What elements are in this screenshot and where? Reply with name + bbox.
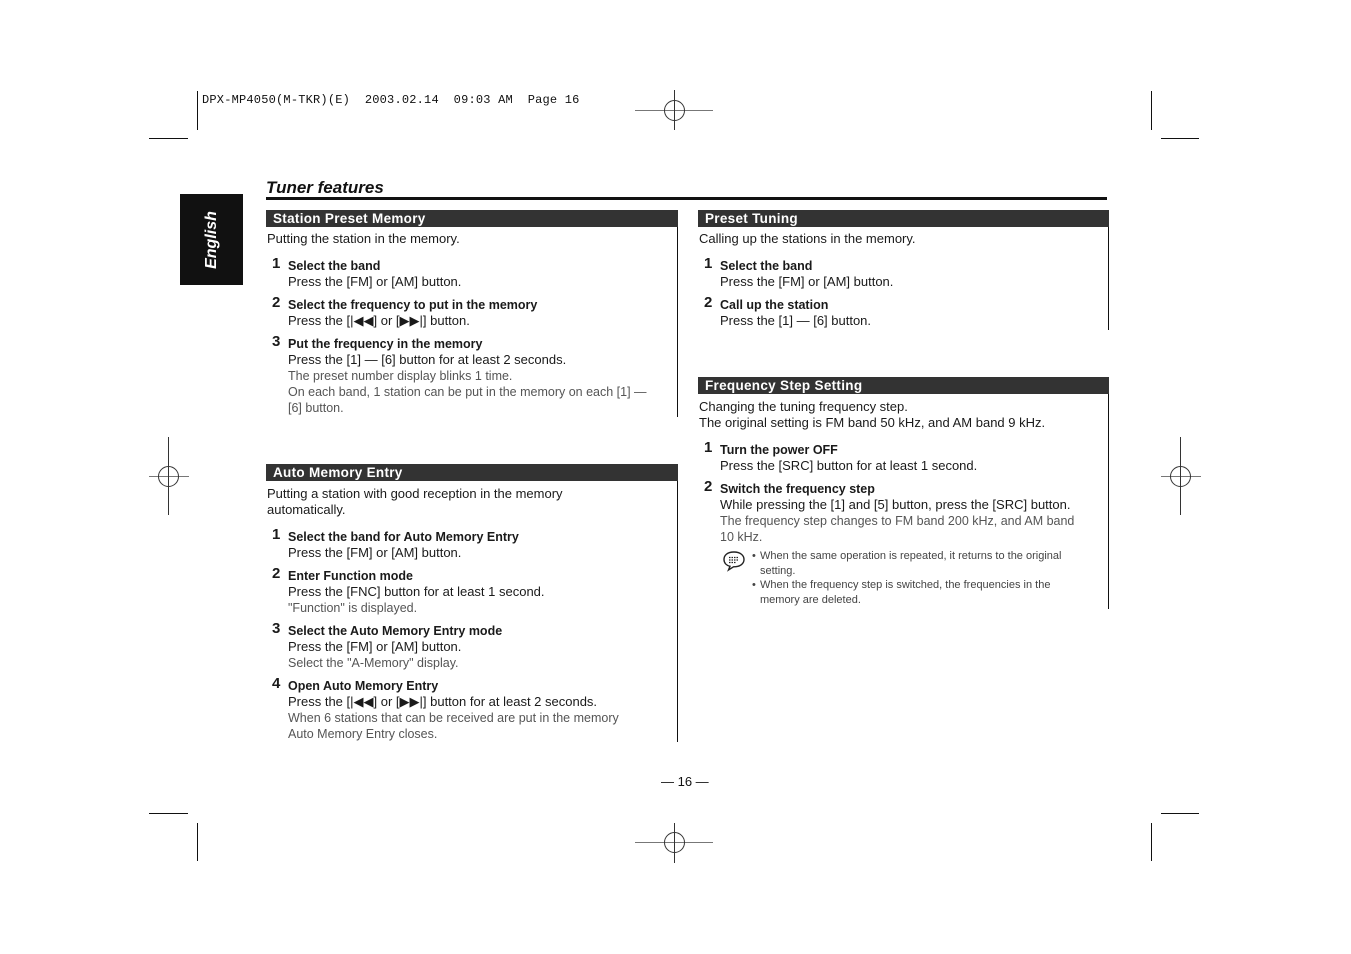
- crop-mark: [197, 823, 198, 861]
- step-note: The preset number display blinks 1 time.: [288, 369, 513, 383]
- registration-mark-top: [635, 90, 713, 130]
- step-title: Select the band: [720, 259, 813, 273]
- crop-mark: [197, 91, 198, 130]
- section-auto-memory-entry: Auto Memory Entry Putting a station with…: [266, 464, 678, 742]
- intro-line: automatically.: [267, 502, 346, 517]
- section-intro: Calling up the stations in the memory.: [699, 231, 916, 246]
- registration-mark-bottom: [635, 823, 713, 863]
- step-title: Put the frequency in the memory: [288, 337, 483, 351]
- step-number: 1: [272, 526, 281, 543]
- tips-list: When the same operation is repeated, it …: [752, 549, 1061, 607]
- step-number: 3: [272, 620, 281, 637]
- crop-mark: [1161, 138, 1199, 139]
- step-number: 3: [272, 333, 281, 350]
- step-instruction: Press the [|◀◀] or [▶▶|] button.: [288, 313, 470, 328]
- print-job: DPX-MP4050(M-TKR)(E): [202, 93, 351, 107]
- section-preset-tuning: Preset Tuning Calling up the stations in…: [698, 210, 1109, 330]
- step-note: Auto Memory Entry closes.: [288, 727, 438, 741]
- step-number: 4: [272, 675, 281, 692]
- title-rule: [266, 197, 1107, 200]
- page-number: — 16 —: [661, 774, 709, 789]
- step-title: Switch the frequency step: [720, 482, 875, 496]
- note-speech-bubble-icon: [723, 551, 745, 572]
- step-title: Turn the power OFF: [720, 443, 838, 457]
- section-rule: [677, 227, 678, 417]
- section-rule: [1108, 227, 1109, 330]
- step-note: On each band, 1 station can be put in th…: [288, 385, 647, 399]
- step-instruction: Press the [SRC] button for at least 1 se…: [720, 458, 978, 473]
- step-note: When 6 stations that can be received are…: [288, 711, 619, 725]
- crop-mark: [149, 813, 188, 814]
- step-title: Call up the station: [720, 298, 829, 312]
- tip-item: When the frequency step is switched, the…: [752, 578, 1061, 607]
- step-number: 2: [272, 294, 281, 311]
- step-note: [6] button.: [288, 401, 344, 415]
- step-title: Open Auto Memory Entry: [288, 679, 439, 693]
- step-note: 10 kHz.: [720, 530, 763, 544]
- language-tab: English: [180, 194, 243, 285]
- intro-line: The original setting is FM band 50 kHz, …: [699, 415, 1046, 430]
- print-date: 2003.02.14: [364, 93, 439, 107]
- tip-line: When the frequency step is switched, the…: [760, 579, 1051, 591]
- step-title: Select the frequency to put in the memor…: [288, 298, 538, 312]
- crop-mark: [1161, 813, 1199, 814]
- section-heading: Auto Memory Entry: [266, 464, 678, 481]
- step-instruction: Press the [|◀◀] or [▶▶|] button for at l…: [288, 694, 598, 709]
- crop-mark: [1151, 91, 1152, 130]
- step-instruction: Press the [FM] or [AM] button.: [288, 274, 462, 289]
- step-instruction: Press the [FM] or [AM] button.: [720, 274, 894, 289]
- step-number: 1: [704, 255, 713, 272]
- step-instruction: Press the [FM] or [AM] button.: [288, 639, 462, 654]
- tip-line: setting.: [760, 564, 796, 577]
- step-title: Select the Auto Memory Entry mode: [288, 624, 503, 638]
- step-instruction: While pressing the [1] and [5] button, p…: [720, 497, 1071, 512]
- step-number: 1: [272, 255, 281, 272]
- step-instruction: Press the [FM] or [AM] button.: [288, 545, 462, 560]
- section-rule: [1108, 394, 1109, 609]
- section-heading: Preset Tuning: [698, 210, 1109, 227]
- section-rule: [677, 481, 678, 742]
- tip-line: When the same operation is repeated, it …: [760, 550, 1062, 562]
- step-title: Select the band for Auto Memory Entry: [288, 530, 519, 544]
- registration-mark-right: [1161, 437, 1201, 515]
- step-instruction: Press the [1] — [6] button.: [720, 313, 872, 328]
- section-station-preset-memory: Station Preset Memory Putting the statio…: [266, 210, 678, 418]
- step-note: Select the "A-Memory" display.: [288, 656, 459, 670]
- intro-line: Changing the tuning frequency step.: [699, 399, 908, 414]
- step-instruction: Press the [FNC] button for at least 1 se…: [288, 584, 545, 599]
- step-note: The frequency step changes to FM band 20…: [720, 514, 1075, 528]
- step-instruction: Press the [1] — [6] button for at least …: [288, 352, 567, 367]
- section-intro: Putting a station with good reception in…: [267, 486, 563, 518]
- print-page: Page 16: [527, 93, 580, 107]
- step-title: Enter Function mode: [288, 569, 413, 583]
- section-frequency-step-setting: Frequency Step Setting Changing the tuni…: [698, 377, 1109, 609]
- step-number: 2: [704, 294, 713, 311]
- section-heading: Frequency Step Setting: [698, 377, 1109, 394]
- crop-mark: [149, 138, 188, 139]
- section-intro: Changing the tuning frequency step. The …: [699, 399, 1045, 431]
- section-intro: Putting the station in the memory.: [267, 231, 460, 246]
- step-title: Select the band: [288, 259, 381, 273]
- tip-item: When the same operation is repeated, it …: [752, 549, 1061, 578]
- print-header: DPX-MP4050(M-TKR)(E) 2003.02.14 09:03 AM…: [202, 93, 580, 107]
- step-note: "Function" is displayed.: [288, 601, 418, 615]
- section-heading: Station Preset Memory: [266, 210, 678, 227]
- registration-mark-left: [149, 437, 189, 515]
- crop-mark: [1151, 823, 1152, 861]
- language-label: English: [202, 210, 220, 269]
- print-time: 09:03 AM: [453, 93, 513, 107]
- page-title: Tuner features: [266, 178, 384, 197]
- intro-line: Putting a station with good reception in…: [267, 486, 563, 501]
- step-number: 2: [704, 478, 713, 495]
- step-number: 2: [272, 565, 281, 582]
- step-number: 1: [704, 439, 713, 456]
- tip-line: memory are deleted.: [760, 593, 861, 606]
